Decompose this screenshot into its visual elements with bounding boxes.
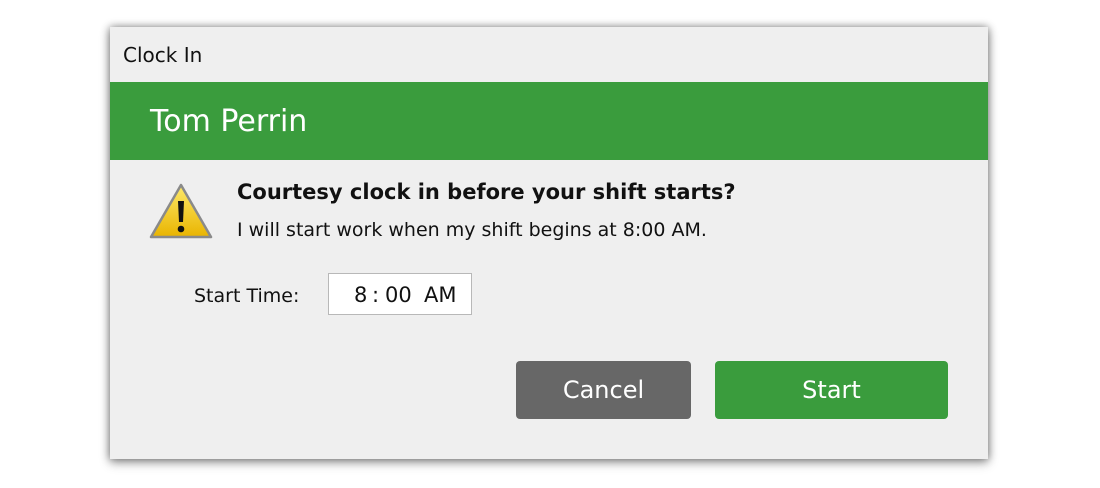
clock-in-dialog: Clock In Tom Perrin Courtesy clock in be…	[110, 27, 988, 459]
title-bar: Clock In	[110, 27, 988, 82]
start-time-hour[interactable]: 8	[354, 283, 367, 307]
employee-name: Tom Perrin	[150, 104, 308, 139]
warning-icon	[149, 183, 213, 239]
window-title: Clock In	[123, 43, 203, 67]
start-time-picker[interactable]: 8 : 00 AM	[328, 273, 472, 315]
start-button[interactable]: Start	[715, 361, 948, 419]
start-time-separator: :	[372, 283, 380, 307]
employee-banner: Tom Perrin	[110, 82, 988, 160]
start-time-label: Start Time:	[194, 285, 300, 307]
cancel-button[interactable]: Cancel	[516, 361, 691, 419]
message-body: I will start work when my shift begins a…	[237, 219, 707, 241]
start-time-period[interactable]: AM	[424, 283, 456, 307]
start-time-minute[interactable]: 00	[385, 283, 412, 307]
message-heading: Courtesy clock in before your shift star…	[237, 180, 736, 204]
